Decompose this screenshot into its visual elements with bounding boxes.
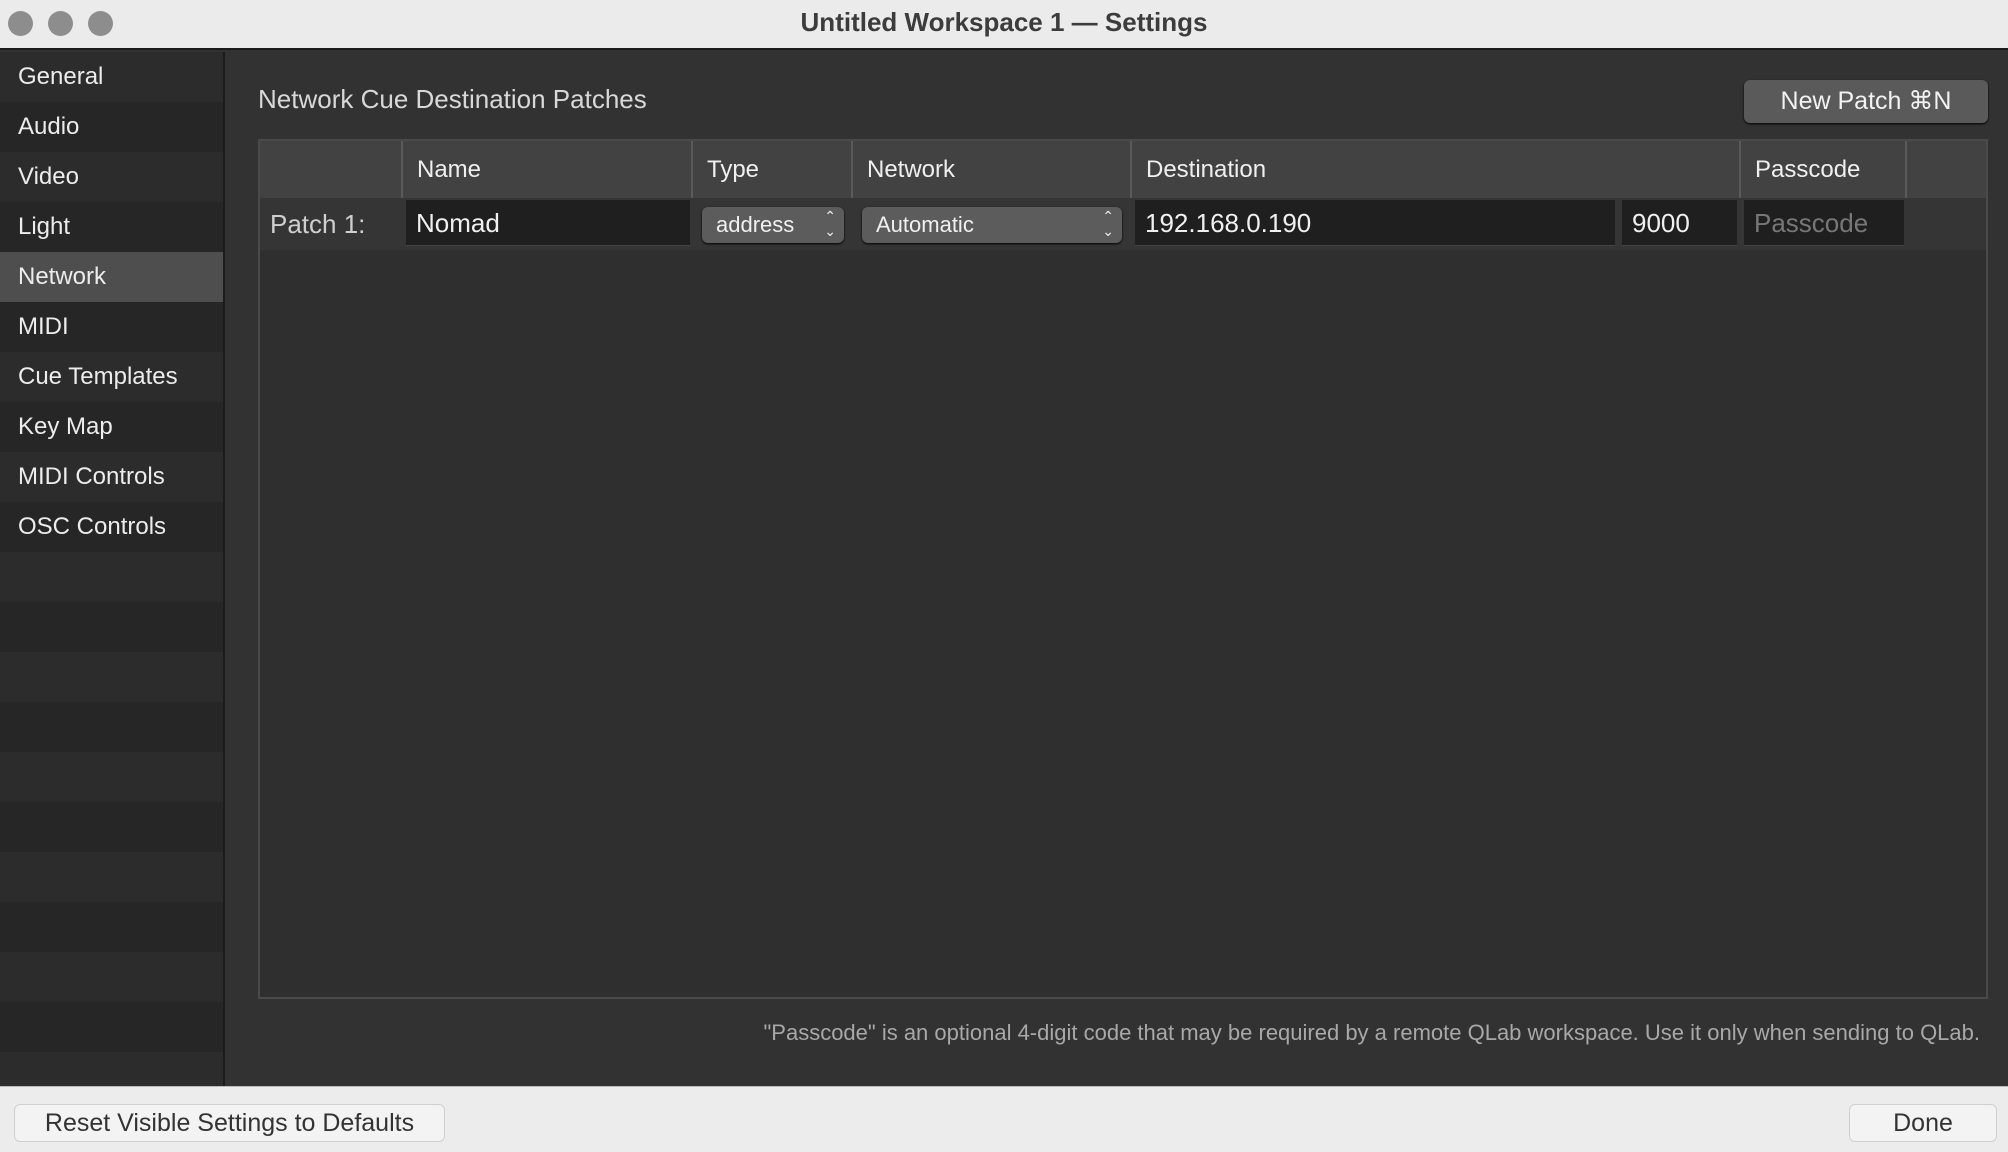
type-value: address	[716, 212, 795, 237]
sidebar-empty-row	[0, 852, 223, 902]
passcode-field[interactable]: Passcode	[1744, 200, 1904, 246]
column-header-type: Type	[693, 141, 853, 198]
bottom-bar: Reset Visible Settings to Defaults Done	[0, 1086, 2008, 1152]
sidebar-item-general[interactable]: General	[0, 52, 223, 102]
sidebar-empty-row	[0, 602, 223, 652]
sidebar-item-light[interactable]: Light	[0, 202, 223, 252]
sidebar-empty-row	[0, 752, 223, 802]
column-header-label	[260, 141, 403, 198]
destination-port-field[interactable]: 9000	[1622, 200, 1737, 246]
sidebar-item-network[interactable]: Network	[0, 252, 223, 302]
sidebar-empty-row	[0, 802, 223, 852]
network-select[interactable]: Automatic ⌃ ⌄	[862, 207, 1122, 243]
column-header-empty	[1907, 141, 1986, 198]
destination-address-field[interactable]: 192.168.0.190	[1135, 200, 1615, 246]
column-header-destination: Destination	[1132, 141, 1741, 198]
sidebar-empty-row	[0, 702, 223, 752]
sidebar-empty-row	[0, 552, 223, 602]
up-down-chevron-icon: ⌃ ⌄	[1102, 208, 1114, 239]
patch-table: Name Type Network Destination Passcode P…	[258, 139, 1988, 999]
table-header: Name Type Network Destination Passcode	[260, 141, 1986, 198]
title-bar: Untitled Workspace 1 — Settings	[0, 0, 2008, 50]
new-patch-button[interactable]: New Patch ⌘N	[1744, 80, 1988, 123]
sidebar-empty-row	[0, 1052, 223, 1086]
network-value: Automatic	[876, 212, 974, 237]
sidebar-item-cue-templates[interactable]: Cue Templates	[0, 352, 223, 402]
column-header-name: Name	[403, 141, 693, 198]
column-header-network: Network	[853, 141, 1132, 198]
reset-defaults-button[interactable]: Reset Visible Settings to Defaults	[14, 1104, 445, 1142]
sidebar-item-osc-controls[interactable]: OSC Controls	[0, 502, 223, 552]
sidebar-empty-row	[0, 652, 223, 702]
sidebar-item-video[interactable]: Video	[0, 152, 223, 202]
type-select[interactable]: address ⌃ ⌄	[702, 207, 844, 243]
patch-name-field[interactable]: Nomad	[406, 200, 690, 246]
sidebar-empty-row	[0, 952, 223, 1002]
sidebar-item-audio[interactable]: Audio	[0, 102, 223, 152]
sidebar-item-key-map[interactable]: Key Map	[0, 402, 223, 452]
settings-sidebar: General Audio Video Light Network MIDI C…	[0, 52, 225, 1086]
passcode-note: "Passcode" is an optional 4-digit code t…	[763, 1020, 1980, 1045]
sidebar-item-midi[interactable]: MIDI	[0, 302, 223, 352]
done-button[interactable]: Done	[1849, 1104, 1997, 1142]
column-header-passcode: Passcode	[1741, 141, 1907, 198]
table-row: Patch 1: Nomad address ⌃ ⌄ Automatic ⌃ ⌄ 192…	[260, 198, 1986, 250]
window-title: Untitled Workspace 1 — Settings	[800, 7, 1208, 37]
section-heading: Network Cue Destination Patches	[258, 84, 647, 114]
sidebar-empty-row	[0, 1002, 223, 1052]
up-down-chevron-icon: ⌃ ⌄	[824, 208, 836, 239]
sidebar-empty-row	[0, 902, 223, 952]
sidebar-item-midi-controls[interactable]: MIDI Controls	[0, 452, 223, 502]
patch-label: Patch 1:	[270, 209, 366, 239]
